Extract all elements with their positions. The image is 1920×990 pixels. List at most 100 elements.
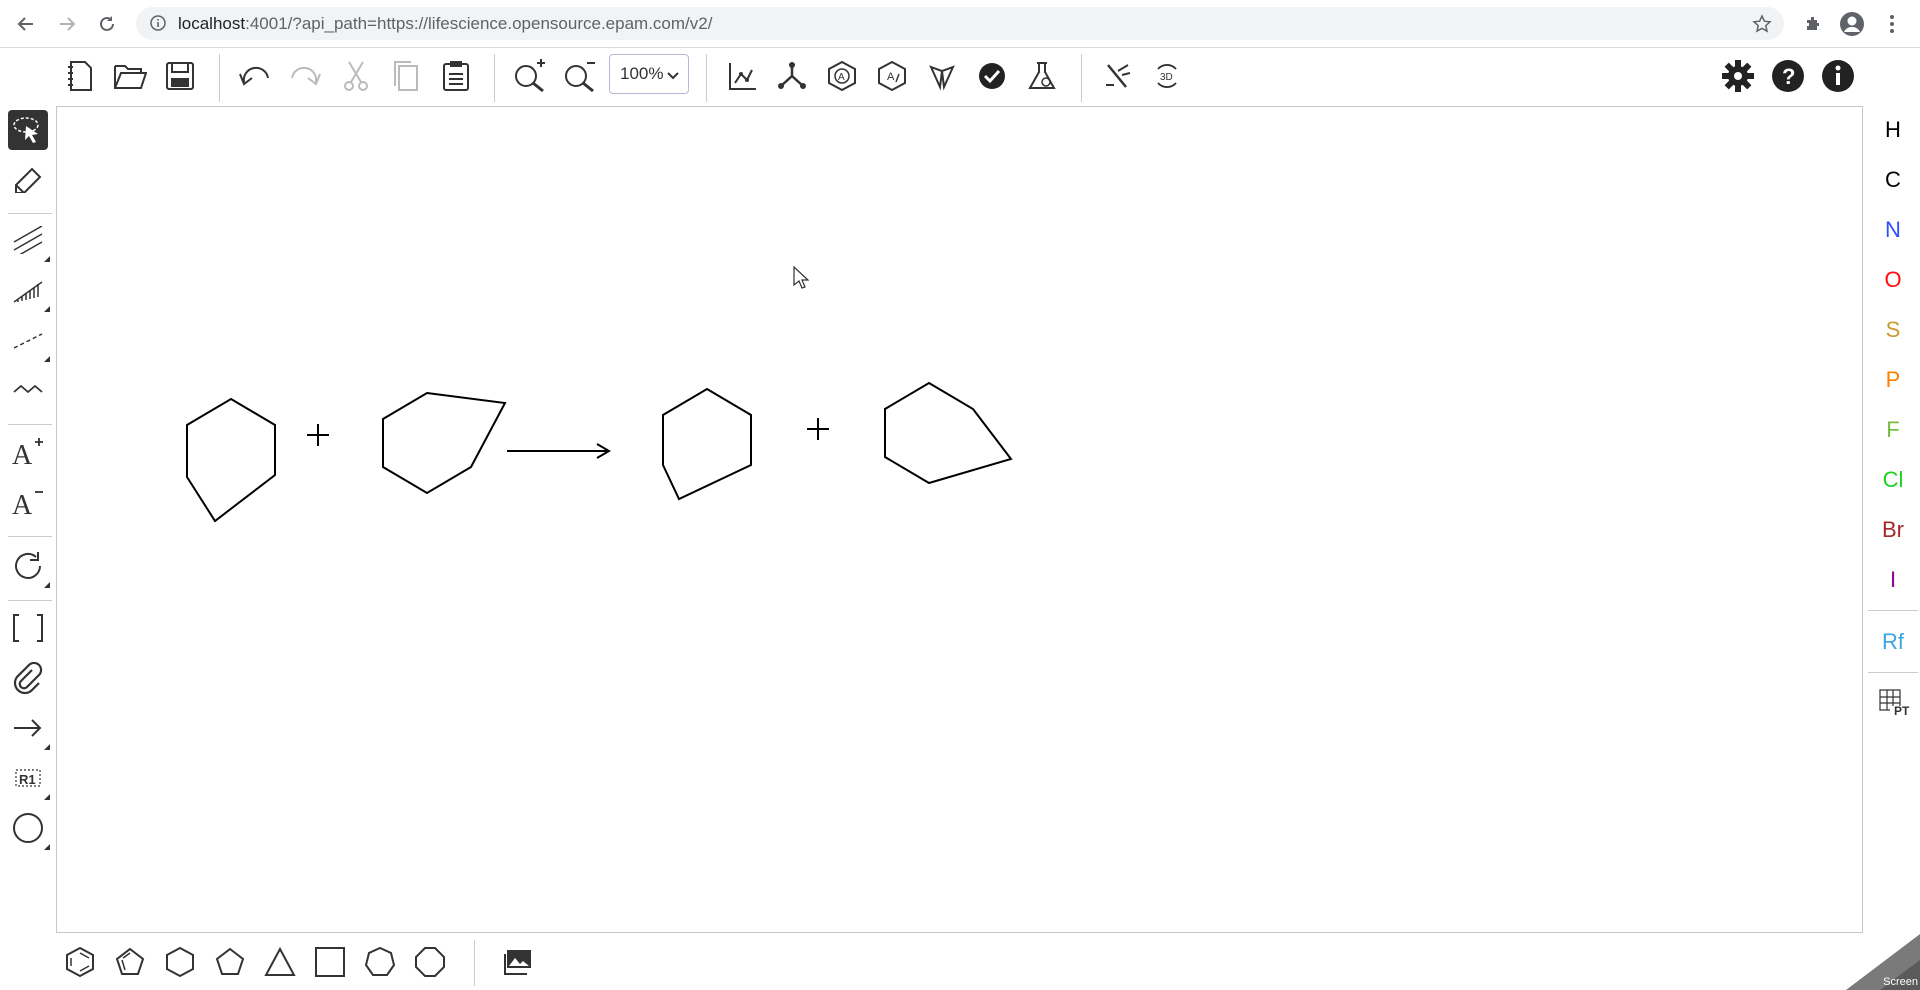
flask-icon[interactable]: [1022, 56, 1062, 96]
open-folder-icon[interactable]: [110, 56, 150, 96]
zoom-out-icon[interactable]: [560, 56, 600, 96]
address-bar[interactable]: localhost:4001/?api_path=https://lifesci…: [136, 7, 1784, 40]
element-label: H: [1885, 117, 1901, 142]
element-f[interactable]: F: [1872, 410, 1914, 450]
element-label: C: [1885, 167, 1901, 192]
reaction-drawing[interactable]: [57, 107, 1862, 932]
zoom-in-icon[interactable]: [510, 56, 550, 96]
cyclopentane-template-icon[interactable]: [210, 942, 250, 982]
save-icon[interactable]: [160, 56, 200, 96]
url-path: :4001/?api_path=https://lifescience.open…: [245, 14, 713, 33]
url-text[interactable]: localhost:4001/?api_path=https://lifesci…: [178, 14, 712, 34]
help-icon[interactable]: ?: [1768, 56, 1808, 96]
element-label: Rf: [1882, 629, 1904, 654]
svg-text:A: A: [12, 490, 33, 518]
element-h[interactable]: H: [1872, 110, 1914, 150]
element-n[interactable]: N: [1872, 210, 1914, 250]
element-cl[interactable]: Cl: [1872, 460, 1914, 500]
element-label: F: [1886, 417, 1900, 442]
svg-text:A: A: [12, 440, 33, 468]
dearomatize-icon[interactable]: A: [872, 56, 912, 96]
r-group-icon[interactable]: R1: [8, 758, 50, 800]
cyclopentadiene-template-icon[interactable]: [110, 942, 150, 982]
star-icon[interactable]: [1752, 14, 1772, 39]
gear-icon[interactable]: [1718, 56, 1758, 96]
layout-icon[interactable]: [722, 56, 762, 96]
new-document-icon[interactable]: [60, 56, 100, 96]
brackets-icon[interactable]: [8, 608, 48, 648]
3d-viewer-icon[interactable]: 3D: [1147, 56, 1187, 96]
svg-text:A: A: [887, 71, 895, 83]
toolbar-separator: [8, 213, 52, 214]
chevron-down-icon: [666, 67, 680, 87]
charge-plus-icon[interactable]: A: [8, 432, 48, 472]
zoom-value: 100%: [620, 64, 664, 83]
element-o[interactable]: O: [1872, 260, 1914, 300]
toolbar-separator: [8, 600, 52, 601]
reaction-arrow-icon[interactable]: [8, 708, 50, 750]
toolbar-separator: [8, 536, 52, 537]
element-i[interactable]: I: [1872, 560, 1914, 600]
about-icon[interactable]: [1818, 56, 1858, 96]
paste-icon[interactable]: [436, 56, 476, 96]
element-br[interactable]: Br: [1872, 510, 1914, 550]
element-rf[interactable]: Rf: [1872, 622, 1914, 662]
select-lasso-tool[interactable]: [8, 110, 50, 152]
calculate-cip-icon[interactable]: [922, 56, 962, 96]
svg-text:?: ?: [1782, 64, 1795, 89]
element-c[interactable]: C: [1872, 160, 1914, 200]
copy-icon[interactable]: [386, 56, 426, 96]
single-bond-icon[interactable]: [8, 220, 50, 262]
element-label: I: [1889, 567, 1897, 592]
cyclooctane-template-icon[interactable]: [410, 942, 450, 982]
undo-icon[interactable]: [235, 56, 275, 96]
periodic-table-button[interactable]: PT: [1872, 684, 1914, 724]
element-label: Cl: [1882, 467, 1904, 492]
redo-icon[interactable]: [285, 56, 325, 96]
template-library-icon[interactable]: [498, 942, 538, 982]
back-arrow-icon[interactable]: [10, 8, 42, 40]
toolbar-separator: [1081, 54, 1082, 102]
recognize-icon[interactable]: [1097, 56, 1137, 96]
rotate-icon[interactable]: [8, 546, 50, 588]
template-toolbar: [56, 940, 1863, 990]
plus-sign: [807, 418, 829, 440]
paperclip-icon[interactable]: [8, 658, 48, 698]
info-icon[interactable]: [150, 15, 166, 36]
scissors-icon[interactable]: [336, 56, 376, 96]
cyclohexane-template-icon[interactable]: [160, 942, 200, 982]
any-bond-icon[interactable]: [8, 370, 48, 410]
toolbar-separator: [474, 940, 475, 986]
forward-arrow-icon[interactable]: [51, 8, 83, 40]
eraser-icon[interactable]: [8, 159, 48, 199]
element-s[interactable]: S: [1872, 310, 1914, 350]
cycloheptane-template-icon[interactable]: [360, 942, 400, 982]
element-label: O: [1884, 267, 1902, 292]
reload-icon[interactable]: [91, 8, 123, 40]
kebab-menu-icon[interactable]: [1876, 8, 1908, 40]
element-p[interactable]: P: [1872, 360, 1914, 400]
element-label: S: [1885, 317, 1901, 342]
url-host: localhost: [178, 14, 246, 33]
check-structure-icon[interactable]: [972, 56, 1012, 96]
hashed-bond-icon[interactable]: [8, 270, 50, 312]
cyclobutane-template-icon[interactable]: [310, 942, 350, 982]
svg-text:A: A: [838, 72, 845, 83]
toolbar-separator: [494, 54, 495, 102]
drawing-canvas[interactable]: [56, 106, 1863, 933]
cyclopropane-template-icon[interactable]: [260, 942, 300, 982]
product-2-ring: [884, 381, 1013, 485]
charge-minus-icon[interactable]: A: [8, 482, 48, 522]
reactant-1-ring: [186, 397, 276, 523]
plus-sign: [307, 424, 329, 446]
ellipse-shape-icon[interactable]: [8, 808, 50, 850]
extensions-icon[interactable]: [1797, 8, 1829, 40]
mouse-cursor-icon: [793, 265, 810, 295]
benzene-template-icon[interactable]: [60, 942, 100, 982]
zoom-select[interactable]: 100%: [609, 54, 689, 94]
profile-icon[interactable]: [1836, 8, 1868, 40]
dashed-bond-icon[interactable]: [8, 320, 50, 362]
aromatize-icon[interactable]: A: [822, 56, 862, 96]
toolbar-separator: [1868, 672, 1918, 673]
clean-up-icon[interactable]: [772, 56, 812, 96]
